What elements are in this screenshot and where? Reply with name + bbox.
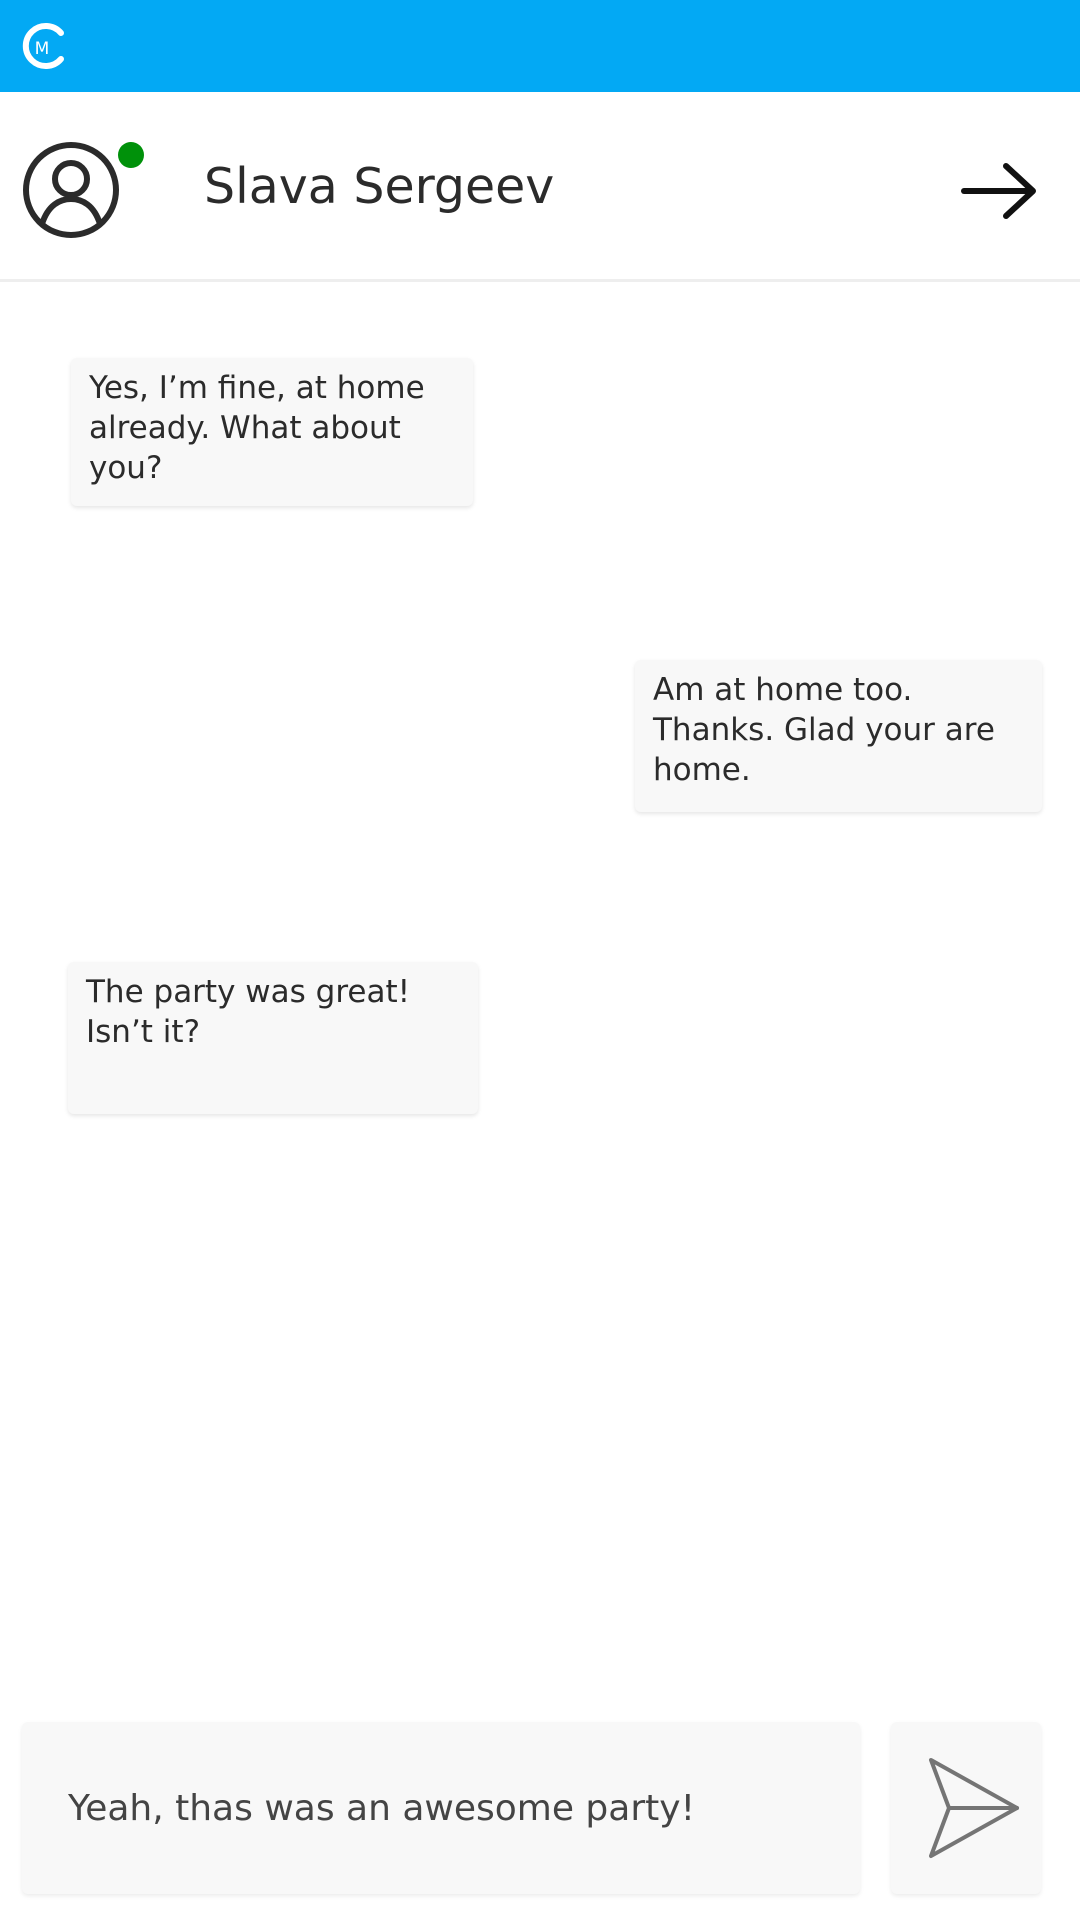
online-status-dot	[118, 142, 144, 168]
app-logo[interactable]: M	[20, 21, 68, 71]
forward-button[interactable]	[960, 160, 1040, 222]
app-logo-letter: M	[35, 39, 50, 59]
message-bubble-incoming: Yes, I’m fine, at home already. What abo…	[71, 358, 473, 506]
contact-name: Slava Sergeev	[204, 158, 555, 215]
send-icon	[929, 1758, 1019, 1858]
message-bubble-incoming: The party was great! Isn’t it?	[68, 962, 478, 1114]
message-input-value: Yeah, thas was an awesome party!	[68, 1787, 695, 1829]
send-button[interactable]	[891, 1722, 1041, 1894]
chat-header: Slava Sergeev	[0, 92, 1080, 282]
message-input[interactable]: Yeah, thas was an awesome party!	[22, 1722, 860, 1894]
arrow-right-icon	[961, 163, 1036, 219]
chat-app: M Slava Sergeev Yes, I’m fine, at home a…	[0, 0, 1080, 1920]
top-app-bar: M	[0, 0, 1080, 92]
message-bubble-outgoing: Am at home too. Thanks. Glad your are ho…	[635, 660, 1042, 812]
user-circle-icon[interactable]	[22, 141, 120, 239]
